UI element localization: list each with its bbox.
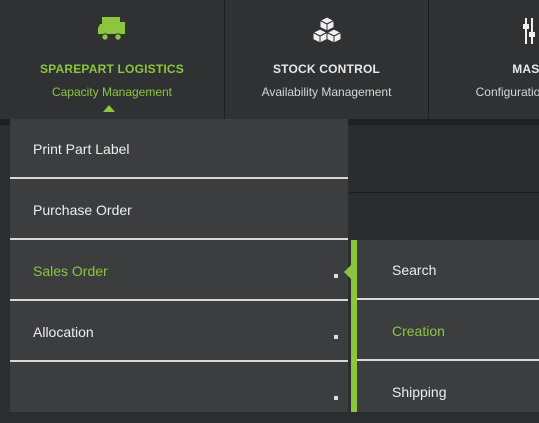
dropdown-menu: Print Part Label Purchase Order Sales Or… (10, 119, 348, 412)
boxes-icon (225, 16, 428, 46)
menu-item-allocation[interactable]: Allocation (10, 302, 348, 362)
menu-item-print-part-label[interactable]: Print Part Label (10, 119, 348, 179)
menu-item-label: Print Part Label (33, 141, 130, 157)
top-navigation: SPAREPART LOGISTICS Capacity Management (0, 0, 539, 119)
submenu-item-label: Shipping (392, 384, 447, 400)
menu-item-purchase-order[interactable]: Purchase Order (10, 180, 348, 240)
submenu-indicator-icon (334, 335, 338, 339)
submenu-item-creation[interactable]: Creation (357, 301, 539, 361)
submenu-pointer-icon (344, 264, 352, 280)
sliders-icon (523, 16, 535, 46)
submenu-item-label: Search (392, 262, 437, 278)
menu-item-more[interactable] (10, 363, 348, 423)
submenu-item-label: Creation (392, 323, 445, 339)
nav-title: SPAREPART LOGISTICS (39, 62, 185, 76)
nav-subtitle: Configuration (475, 85, 539, 99)
submenu-indicator-icon (334, 274, 338, 278)
submenu-item-search[interactable]: Search (357, 240, 539, 300)
menu-item-sales-order[interactable]: Sales Order (10, 241, 348, 301)
nav-stock-control[interactable]: STOCK CONTROL Availability Management (225, 0, 429, 119)
nav-title: STOCK CONTROL (272, 62, 381, 76)
menu-item-label: Allocation (33, 324, 94, 340)
submenu-item-shipping[interactable]: Shipping (357, 362, 539, 422)
submenu-indicator-icon (334, 396, 338, 400)
nav-subtitle: Availability Management (261, 85, 392, 99)
content-background (349, 125, 539, 240)
menu-item-label: Purchase Order (33, 202, 132, 218)
truck-icon (0, 16, 224, 42)
nav-title: MAST (512, 62, 539, 76)
nav-subtitle: Capacity Management (51, 85, 173, 99)
content-divider (349, 192, 539, 193)
nav-sparepart-logistics[interactable]: SPAREPART LOGISTICS Capacity Management (0, 0, 225, 119)
menu-item-label: Sales Order (33, 263, 108, 279)
active-caret-icon (103, 105, 115, 112)
nav-master[interactable]: MAST Configuration (429, 0, 539, 119)
